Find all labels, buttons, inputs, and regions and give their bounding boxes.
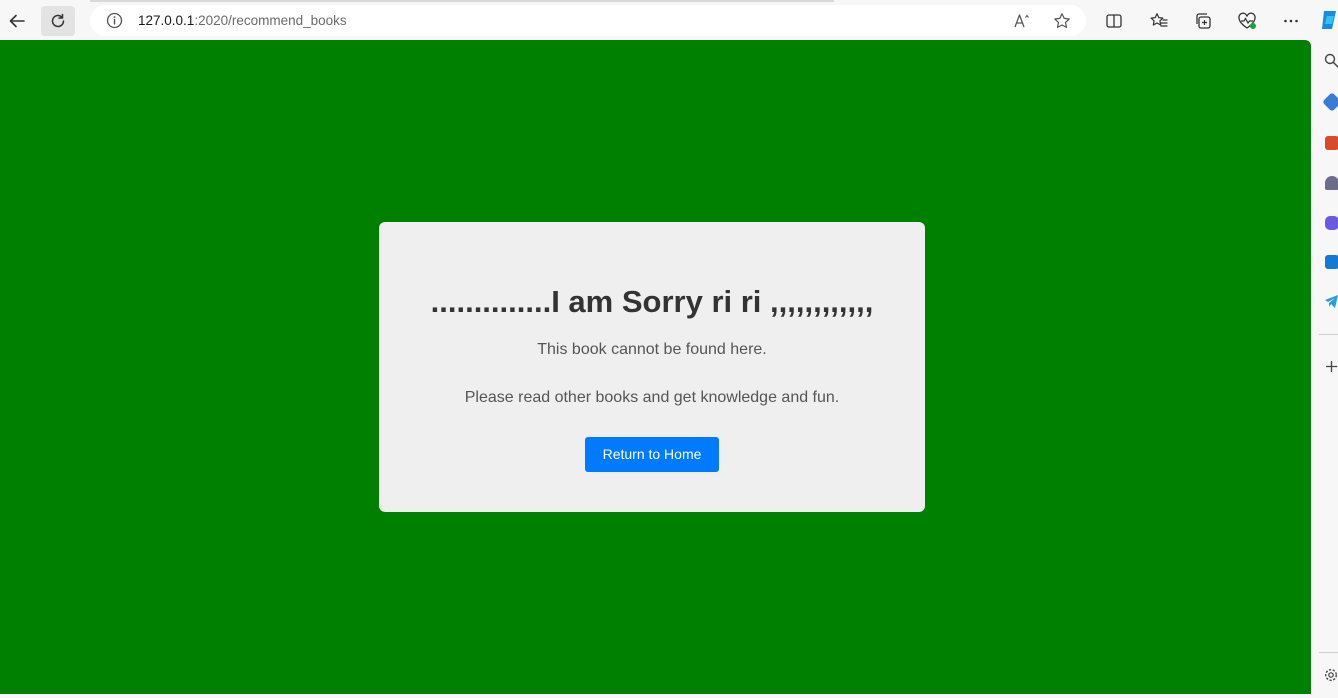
microsoft-365-icon[interactable]: [1325, 216, 1338, 230]
copilot-icon[interactable]: [1320, 9, 1338, 31]
telegram-icon[interactable]: [1324, 294, 1338, 308]
collections-icon: [1196, 13, 1211, 29]
star-icon[interactable]: [1052, 11, 1072, 31]
games-person-icon[interactable]: [1325, 176, 1338, 190]
sidebar-divider-bottom: [1319, 652, 1338, 653]
refresh-button[interactable]: [41, 6, 75, 36]
favorites-list-icon: [1150, 13, 1168, 27]
search-icon[interactable]: [1324, 53, 1338, 69]
page-background: ..............I am Sorry ri ri ,,,,,,,,,…: [0, 40, 1311, 694]
tools-briefcase-icon[interactable]: [1325, 136, 1338, 150]
info-icon[interactable]: [106, 12, 123, 29]
url-text[interactable]: 127.0.0.1:2020/recommend_books: [138, 13, 347, 28]
split-screen-button[interactable]: [1097, 6, 1131, 36]
suggestion-message: Please read other books and get knowledg…: [464, 389, 840, 406]
favorites-button[interactable]: [1142, 6, 1176, 36]
edge-sidebar: [1311, 40, 1338, 698]
shopping-tag-icon[interactable]: [1322, 92, 1338, 112]
read-aloud-icon[interactable]: [1012, 11, 1032, 31]
sorry-heading: ..............I am Sorry ri ri ,,,,,,,,,…: [430, 284, 874, 319]
split-screen-icon: [1106, 14, 1122, 28]
loading-indicator: [90, 0, 834, 2]
outlook-icon[interactable]: [1325, 255, 1338, 269]
error-card: ..............I am Sorry ri ri ,,,,,,,,,…: [379, 222, 925, 512]
back-arrow-icon: [9, 14, 25, 28]
not-found-message: This book cannot be found here.: [537, 341, 767, 358]
browser-toolbar: 127.0.0.1:2020/recommend_books: [0, 0, 1338, 40]
address-bar[interactable]: 127.0.0.1:2020/recommend_books: [90, 5, 1086, 36]
url-host: 127.0.0.1: [138, 13, 195, 28]
refresh-icon: [51, 13, 65, 28]
more-button[interactable]: [1274, 6, 1308, 36]
back-button[interactable]: [0, 6, 34, 36]
heart-pulse-icon: [1238, 12, 1256, 29]
more-dots-icon: [1284, 19, 1298, 23]
add-icon[interactable]: [1325, 360, 1338, 373]
url-path: :2020/recommend_books: [194, 13, 347, 28]
browser-essentials-button[interactable]: [1230, 6, 1264, 36]
collections-button[interactable]: [1186, 6, 1220, 36]
settings-gear-icon[interactable]: [1324, 668, 1338, 682]
sidebar-divider: [1319, 334, 1338, 335]
return-home-button[interactable]: Return to Home: [585, 437, 719, 472]
